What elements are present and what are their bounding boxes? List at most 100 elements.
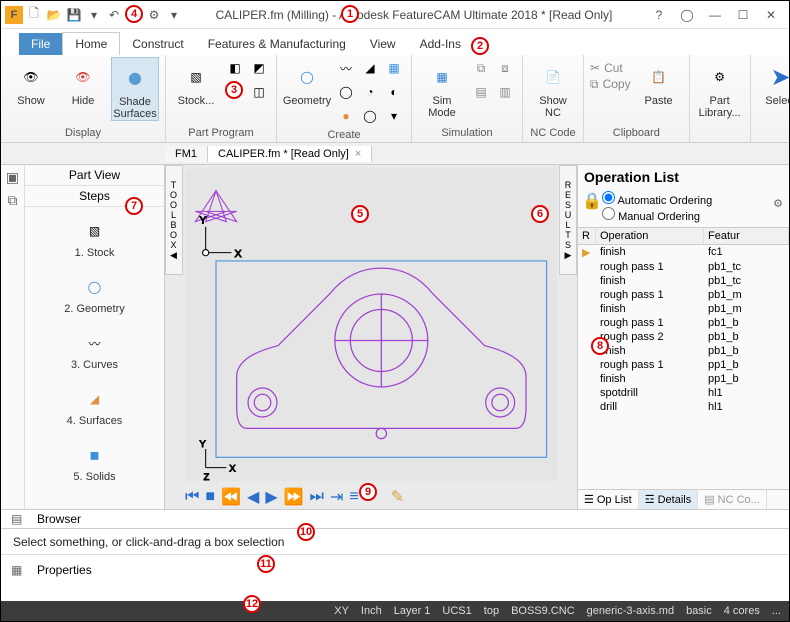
tab-oplist[interactable]: ☰ Op List <box>578 490 639 509</box>
properties-panel[interactable]: ▦ Properties <box>1 555 789 585</box>
undo-icon[interactable]: ↶ <box>105 6 123 24</box>
geometry-button[interactable]: ◯Geometry <box>283 57 331 107</box>
manual-order-radio[interactable]: Manual Ordering <box>602 211 700 223</box>
table-row[interactable]: drillhl1 <box>578 400 789 414</box>
table-row[interactable]: rough pass 1pb1_b <box>578 316 789 330</box>
auto-order-radio[interactable]: Automatic Ordering <box>602 195 712 207</box>
play-skip-end-icon[interactable]: ⏭ <box>310 488 324 506</box>
part-library-button[interactable]: ⚙Part Library... <box>696 57 744 119</box>
dropdown2-icon[interactable]: ▾ <box>165 6 183 24</box>
table-row[interactable]: rough pass 2pb1_b <box>578 330 789 344</box>
sm-ic3[interactable]: ▤ <box>470 81 492 103</box>
status-mode[interactable]: basic <box>686 605 712 617</box>
close-icon[interactable]: ✕ <box>757 4 785 26</box>
cr-ic1[interactable]: 〰 <box>335 57 357 79</box>
rail-ic2[interactable]: ⧉ <box>8 192 18 209</box>
close-tab-icon[interactable]: × <box>355 148 361 160</box>
tab-construct[interactable]: Construct <box>120 33 195 55</box>
sm-ic1[interactable]: ⧉ <box>470 57 492 79</box>
open-icon[interactable]: 📂 <box>45 6 63 24</box>
play-prev-icon[interactable]: ⏪ <box>221 487 241 507</box>
select-button[interactable]: ➤Select <box>757 57 790 107</box>
new-icon[interactable]: 🗋 <box>25 6 43 24</box>
step-stock[interactable]: ▧1. Stock <box>25 211 164 267</box>
status-cores[interactable]: 4 cores <box>724 605 760 617</box>
browser-panel[interactable]: ▤ Browser <box>1 509 789 529</box>
play-next-icon[interactable]: ⏩ <box>284 487 304 507</box>
tab-home[interactable]: Home <box>62 32 120 55</box>
hdr-op[interactable]: Operation <box>596 228 704 244</box>
show-button[interactable]: 👁Show <box>7 57 55 107</box>
sm-ic4[interactable]: ▥ <box>494 81 516 103</box>
tab-addins[interactable]: Add-Ins <box>408 33 473 55</box>
redo-icon[interactable]: ↷ <box>125 6 143 24</box>
copy-button[interactable]: ⧉Copy <box>590 77 631 92</box>
table-row[interactable]: rough pass 1pb1_m <box>578 288 789 302</box>
show-nc-button[interactable]: 📄Show NC <box>529 57 577 119</box>
hdr-feat[interactable]: Featur <box>704 228 789 244</box>
play-speed-icon[interactable]: ≡ <box>349 488 358 506</box>
rail-ic1[interactable]: ▣ <box>6 169 19 186</box>
status-layer[interactable]: Layer 1 <box>394 605 431 617</box>
tab-file[interactable]: File <box>19 33 62 55</box>
tab-view[interactable]: View <box>358 33 408 55</box>
paste-button[interactable]: 📋Paste <box>635 57 683 107</box>
play-back-icon[interactable]: ◀ <box>247 487 259 507</box>
table-row[interactable]: rough pass 1pb1_tc <box>578 260 789 274</box>
save-icon[interactable]: 💾 <box>65 6 83 24</box>
cut-button[interactable]: ✂Cut <box>590 61 631 75</box>
cr-ic4[interactable]: ◯ <box>335 81 357 103</box>
status-post[interactable]: BOSS9.CNC <box>511 605 575 617</box>
help-icon[interactable]: ? <box>645 4 673 26</box>
sm-ic2[interactable]: ⧈ <box>494 57 516 79</box>
doc-tab-fm1[interactable]: FM1 <box>165 146 208 162</box>
table-row[interactable]: finishpp1_b <box>578 372 789 386</box>
tab-nc[interactable]: ▤ NC Co... <box>698 490 767 509</box>
hdr-r[interactable]: R <box>578 228 596 244</box>
dropdown-icon[interactable]: ▾ <box>85 6 103 24</box>
status-ucs[interactable]: UCS1 <box>442 605 471 617</box>
cr-ic3[interactable]: ▦ <box>383 57 405 79</box>
status-view[interactable]: top <box>484 605 499 617</box>
pp-ic2[interactable]: ◩ <box>248 57 270 79</box>
status-more[interactable]: ... <box>772 605 781 617</box>
cr-ic2[interactable]: ◢ <box>359 57 381 79</box>
doc-tab-caliper[interactable]: CALIPER.fm * [Read Only]× <box>208 146 372 162</box>
cr-ic9[interactable]: ▾ <box>383 105 405 127</box>
toolbox-tab[interactable]: TOOLBOX◀ <box>165 165 183 275</box>
maximize-icon[interactable]: ☐ <box>729 4 757 26</box>
status-xy[interactable]: XY <box>334 605 349 617</box>
pp-ic3[interactable]: ◪ <box>224 81 246 103</box>
settings-icon[interactable]: ⚙ <box>145 6 163 24</box>
user-icon[interactable]: ◯ <box>673 4 701 26</box>
table-row[interactable]: rough pass 1pp1_b <box>578 358 789 372</box>
sim-mode-button[interactable]: ▦Sim Mode <box>418 57 466 119</box>
oplist-settings-icon[interactable]: ⚙ <box>773 197 783 210</box>
table-row[interactable]: finishpb1_m <box>578 302 789 316</box>
shade-button[interactable]: ⬤Shade Surfaces <box>111 57 159 121</box>
status-unit[interactable]: Inch <box>361 605 382 617</box>
minimize-icon[interactable]: — <box>701 4 729 26</box>
canvas-viewport[interactable]: X Y X <box>185 169 557 481</box>
play-fwd-icon[interactable]: ▶ <box>265 487 277 507</box>
play-skip-start-icon[interactable]: ⏮ <box>185 488 199 506</box>
status-machine[interactable]: generic-3-axis.md <box>587 605 674 617</box>
cr-ic7[interactable]: ● <box>335 105 357 127</box>
pp-ic4[interactable]: ◫ <box>248 81 270 103</box>
table-row[interactable]: finishpb1_b <box>578 344 789 358</box>
stock-button[interactable]: ▧Stock... <box>172 57 220 107</box>
play-stop-icon[interactable]: ■ <box>205 488 215 506</box>
pencil-icon[interactable]: ✎ <box>391 487 404 507</box>
cr-ic6[interactable]: ◐ <box>383 81 405 103</box>
cr-ic5[interactable]: ◔ <box>359 81 381 103</box>
table-row[interactable]: ▶finishfc1 <box>578 245 789 260</box>
play-step-icon[interactable]: ⇥ <box>330 487 343 507</box>
oplist-rows[interactable]: ▶finishfc1rough pass 1pb1_tcfinishpb1_tc… <box>578 245 789 489</box>
step-surfaces[interactable]: ◢4. Surfaces <box>25 379 164 435</box>
tab-details[interactable]: ☲ Details <box>639 490 699 509</box>
step-solids[interactable]: ◼5. Solids <box>25 435 164 491</box>
table-row[interactable]: finishpb1_tc <box>578 274 789 288</box>
step-geometry[interactable]: ◯2. Geometry <box>25 267 164 323</box>
table-row[interactable]: spotdrillhl1 <box>578 386 789 400</box>
hide-button[interactable]: 👁Hide <box>59 57 107 107</box>
